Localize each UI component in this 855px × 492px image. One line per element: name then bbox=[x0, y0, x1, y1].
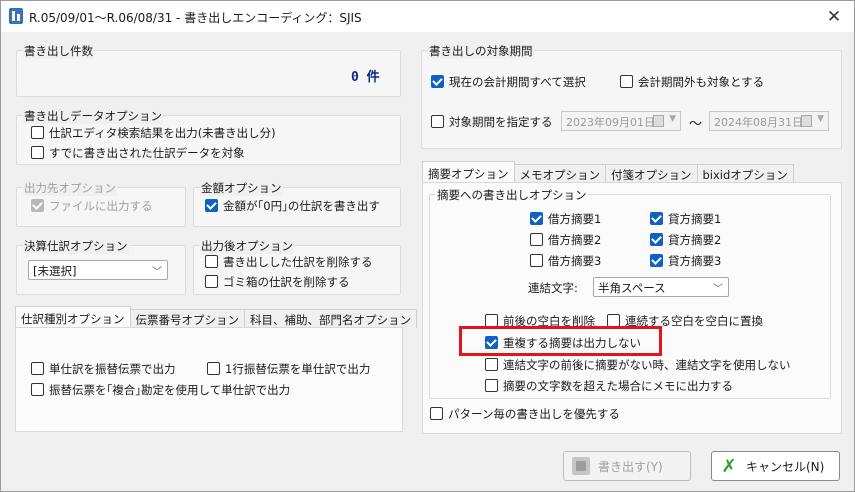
select-all-period-checkbox[interactable] bbox=[431, 75, 444, 88]
calendar-icon bbox=[801, 115, 812, 127]
one-line-transfer-checkbox[interactable] bbox=[207, 362, 220, 375]
overflow-memo-checkbox[interactable] bbox=[485, 379, 498, 392]
credit-2-label[interactable]: 貸方摘要2 bbox=[668, 232, 721, 248]
debit-1-label[interactable]: 借方摘要1 bbox=[548, 211, 601, 227]
delete-exported-checkbox[interactable] bbox=[205, 255, 218, 268]
settlement-select[interactable]: [未選択] ﹀ bbox=[28, 260, 168, 280]
include-outside-checkbox[interactable] bbox=[620, 75, 633, 88]
export-icon bbox=[572, 457, 590, 475]
pattern-priority-label[interactable]: パターン毎の書き出しを優先する bbox=[448, 406, 620, 422]
left-tab-panel bbox=[15, 327, 403, 432]
chevron-down-icon: ﹀ bbox=[152, 267, 162, 278]
no-join-char-label[interactable]: 連結文字の前後に摘要がない時、連結文字を使用しない bbox=[503, 357, 791, 373]
tab-memo[interactable]: メモオプション bbox=[513, 164, 606, 183]
end-date-picker: 2024年08月31日 ▼ bbox=[709, 111, 829, 131]
already-exported-label[interactable]: すでに書き出された仕訳データを対象 bbox=[49, 145, 245, 161]
export-dialog: R.05/09/01～R.06/08/31 - 書き出しエンコーディング：SJI… bbox=[0, 0, 855, 492]
credit-3-checkbox[interactable] bbox=[650, 254, 663, 267]
period-tilde: ～ bbox=[689, 117, 703, 132]
join-char-select[interactable]: 半角スペース ﹀ bbox=[593, 277, 729, 297]
period-label: 書き出しの対象期間 bbox=[428, 43, 534, 59]
join-char-label: 連結文字: bbox=[528, 281, 578, 295]
join-char-value: 半角スペース bbox=[598, 281, 666, 295]
output-dest-label: 出力先オプション bbox=[23, 180, 117, 196]
editor-search-checkbox[interactable] bbox=[31, 126, 44, 139]
data-options-label: 書き出しデータオプション bbox=[23, 108, 163, 124]
start-date-value: 2023年09月01日 bbox=[566, 116, 655, 129]
zero-amount-checkbox[interactable] bbox=[205, 199, 218, 212]
select-all-period-label[interactable]: 現在の会計期間すべて選択 bbox=[449, 74, 586, 90]
already-exported-checkbox[interactable] bbox=[31, 146, 44, 159]
end-date-value: 2024年08月31日 bbox=[714, 116, 803, 129]
debit-3-checkbox[interactable] bbox=[530, 254, 543, 267]
period-group bbox=[421, 50, 842, 149]
app-icon bbox=[9, 8, 23, 24]
zero-amount-label[interactable]: 金額が｢0円｣の仕訳を書き出す bbox=[223, 198, 380, 214]
output-file-checkbox bbox=[31, 199, 44, 212]
credit-1-label[interactable]: 貸方摘要1 bbox=[668, 211, 721, 227]
settlement-select-value: [未選択] bbox=[33, 264, 77, 278]
calendar-icon bbox=[653, 115, 664, 127]
compound-account-checkbox[interactable] bbox=[31, 383, 44, 396]
title-bar: R.05/09/01～R.06/08/31 - 書き出しエンコーディング：SJI… bbox=[1, 1, 854, 32]
settlement-label: 決算仕訳オプション bbox=[23, 238, 129, 254]
close-icon: ✕ bbox=[826, 6, 842, 27]
right-tab-strip: 摘要オプション メモオプション 付箋オプション bixidオプション bbox=[422, 161, 794, 183]
chevron-down-icon: ﹀ bbox=[713, 284, 723, 295]
summary-options-label: 摘要への書き出しオプション bbox=[436, 187, 588, 203]
output-file-label: ファイルに出力する bbox=[49, 199, 153, 213]
left-tab-strip: 仕訳種別オプション 伝票番号オプション 科目、補助、部門名オプション bbox=[15, 306, 417, 328]
after-output-label: 出力後オプション bbox=[200, 238, 294, 254]
single-as-transfer-label[interactable]: 単仕訳を振替伝票で出力 bbox=[49, 361, 176, 377]
tab-account-names[interactable]: 科目、補助、部門名オプション bbox=[244, 309, 417, 328]
tab-bixid[interactable]: bixidオプション bbox=[696, 164, 794, 183]
export-count-value: 0 件 bbox=[351, 70, 380, 85]
cancel-button-label: キャンセル(N) bbox=[746, 459, 825, 474]
tab-sticky-note[interactable]: 付箋オプション bbox=[605, 164, 698, 183]
debit-1-checkbox[interactable] bbox=[530, 212, 543, 225]
credit-1-checkbox[interactable] bbox=[650, 212, 663, 225]
overflow-memo-label[interactable]: 摘要の文字数を超えた場合にメモに出力する bbox=[503, 378, 733, 394]
tab-voucher-number[interactable]: 伝票番号オプション bbox=[129, 309, 245, 328]
delete-trash-label[interactable]: ゴミ箱の仕訳を削除する bbox=[223, 274, 350, 290]
cancel-x-icon: ✗ bbox=[721, 455, 737, 477]
delete-trash-checkbox[interactable] bbox=[205, 275, 218, 288]
credit-2-checkbox[interactable] bbox=[650, 233, 663, 246]
amount-options-label: 金額オプション bbox=[200, 180, 283, 196]
specify-period-checkbox[interactable] bbox=[431, 115, 444, 128]
include-outside-label[interactable]: 会計期間外も対象とする bbox=[638, 74, 764, 90]
editor-search-label[interactable]: 仕訳エディタ検索結果を出力(未書き出し分) bbox=[49, 125, 276, 141]
debit-2-checkbox[interactable] bbox=[530, 233, 543, 246]
chevron-down-icon: ▼ bbox=[817, 114, 824, 124]
one-line-transfer-label[interactable]: 1行振替伝票を単仕訳で出力 bbox=[225, 361, 370, 377]
tab-journal-type[interactable]: 仕訳種別オプション bbox=[15, 306, 131, 328]
cancel-button[interactable]: ✗ キャンセル(N) bbox=[711, 451, 840, 481]
debit-2-label[interactable]: 借方摘要2 bbox=[548, 232, 601, 248]
export-button[interactable]: 書き出す(Y) bbox=[563, 451, 691, 481]
close-button[interactable]: ✕ bbox=[814, 1, 854, 32]
export-button-label: 書き出す(Y) bbox=[598, 459, 663, 474]
single-as-transfer-checkbox[interactable] bbox=[31, 362, 44, 375]
specify-period-label[interactable]: 対象期間を指定する bbox=[449, 114, 553, 130]
credit-3-label[interactable]: 貸方摘要3 bbox=[668, 253, 721, 269]
highlight-box bbox=[459, 326, 662, 356]
delete-exported-label[interactable]: 書き出しした仕訳を削除する bbox=[223, 254, 373, 270]
no-join-char-checkbox[interactable] bbox=[485, 358, 498, 371]
chevron-down-icon: ▼ bbox=[669, 114, 676, 124]
export-count-label: 書き出し件数 bbox=[23, 43, 94, 59]
pattern-priority-checkbox[interactable] bbox=[430, 407, 443, 420]
tab-summary[interactable]: 摘要オプション bbox=[422, 161, 515, 183]
compound-account-label[interactable]: 振替伝票を｢複合｣勘定を使用して単仕訳で出力 bbox=[49, 382, 290, 398]
debit-3-label[interactable]: 借方摘要3 bbox=[548, 253, 601, 269]
window-title: R.05/09/01～R.06/08/31 - 書き出しエンコーディング：SJI… bbox=[29, 11, 362, 25]
start-date-picker: 2023年09月01日 ▼ bbox=[561, 111, 681, 131]
